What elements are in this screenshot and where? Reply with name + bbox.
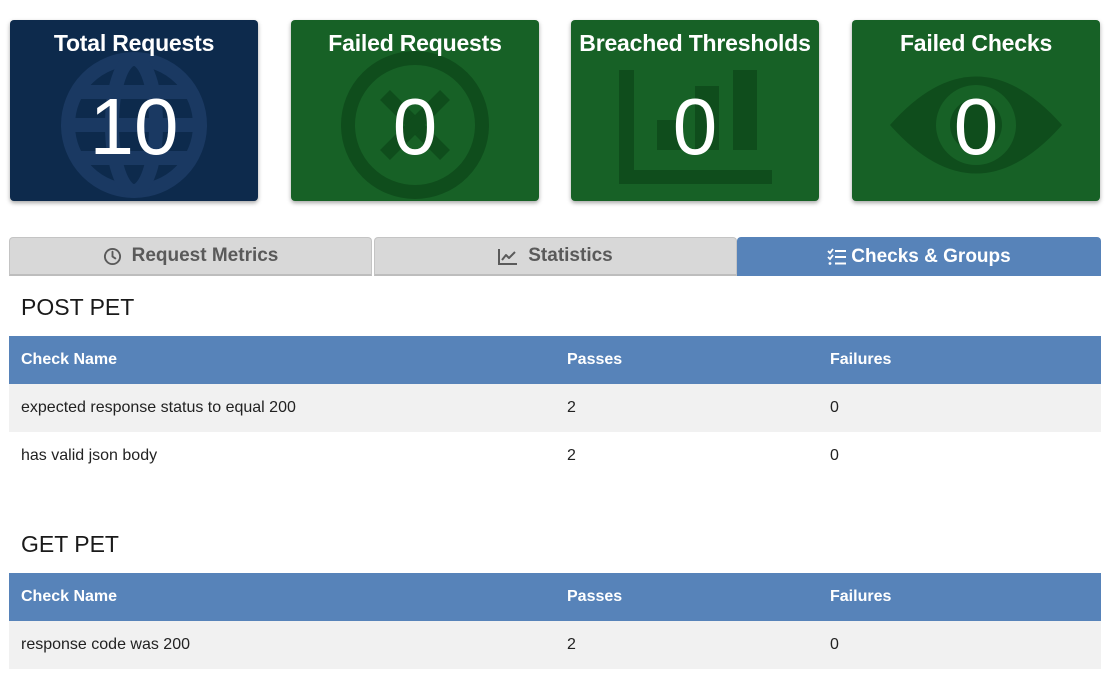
passes-cell: 2 [555,432,818,480]
checklist-icon [827,247,847,266]
tab-request-metrics[interactable]: Request Metrics [9,237,372,276]
check-name-cell: has valid json body [9,432,555,480]
column-header-failures: Failures [818,573,1101,621]
failed-checks-card: Failed Checks 0 [852,20,1100,201]
group-title: GET PET [21,531,119,557]
tab-checks-groups[interactable]: Checks & Groups [737,237,1101,276]
check-name-cell: response code was 200 [9,621,555,669]
table-row: has valid json body 2 0 [9,432,1101,480]
checks-table: Check Name Passes Failures expected resp… [9,336,1101,480]
column-header-passes: Passes [555,336,818,384]
failures-cell: 0 [818,384,1101,432]
card-title: Total Requests [53,30,215,56]
line-chart-icon [498,248,518,265]
report-tabs: Request Metrics Statistics Checks & Grou… [9,237,1101,276]
clock-icon [103,247,122,266]
card-value: 10 [89,82,179,171]
check-name-cell: expected response status to equal 200 [9,384,555,432]
column-header-passes: Passes [555,573,818,621]
tab-label: Request Metrics [131,245,279,266]
card-value: 0 [392,82,438,171]
failures-cell: 0 [818,621,1101,669]
group-title: POST PET [21,294,135,320]
card-title: Failed Requests [328,30,502,56]
card-title: Breached Thresholds [579,30,811,56]
tab-label: Statistics [528,245,613,266]
tab-statistics[interactable]: Statistics [374,237,737,276]
column-header-failures: Failures [818,336,1101,384]
card-value: 0 [672,82,718,171]
tab-label: Checks & Groups [851,245,1011,267]
checks-table: Check Name Passes Failures response code… [9,573,1101,669]
breached-thresholds-card: Breached Thresholds 0 [571,20,819,201]
table-header-row: Check Name Passes Failures [9,573,1101,621]
passes-cell: 2 [555,384,818,432]
card-value: 0 [953,82,999,171]
column-header-check-name: Check Name [9,336,555,384]
failed-requests-card: Failed Requests 0 [291,20,539,201]
table-row: expected response status to equal 200 2 … [9,384,1101,432]
table-header-row: Check Name Passes Failures [9,336,1101,384]
summary-cards: Total Requests 10 Failed Requests 0 Brea… [10,20,1100,201]
table-row: response code was 200 2 0 [9,621,1101,669]
report-page: Total Requests 10 Failed Requests 0 Brea… [0,0,1112,683]
card-title: Failed Checks [899,30,1053,56]
passes-cell: 2 [555,621,818,669]
column-header-check-name: Check Name [9,573,555,621]
failures-cell: 0 [818,432,1101,480]
total-requests-card: Total Requests 10 [10,20,258,201]
